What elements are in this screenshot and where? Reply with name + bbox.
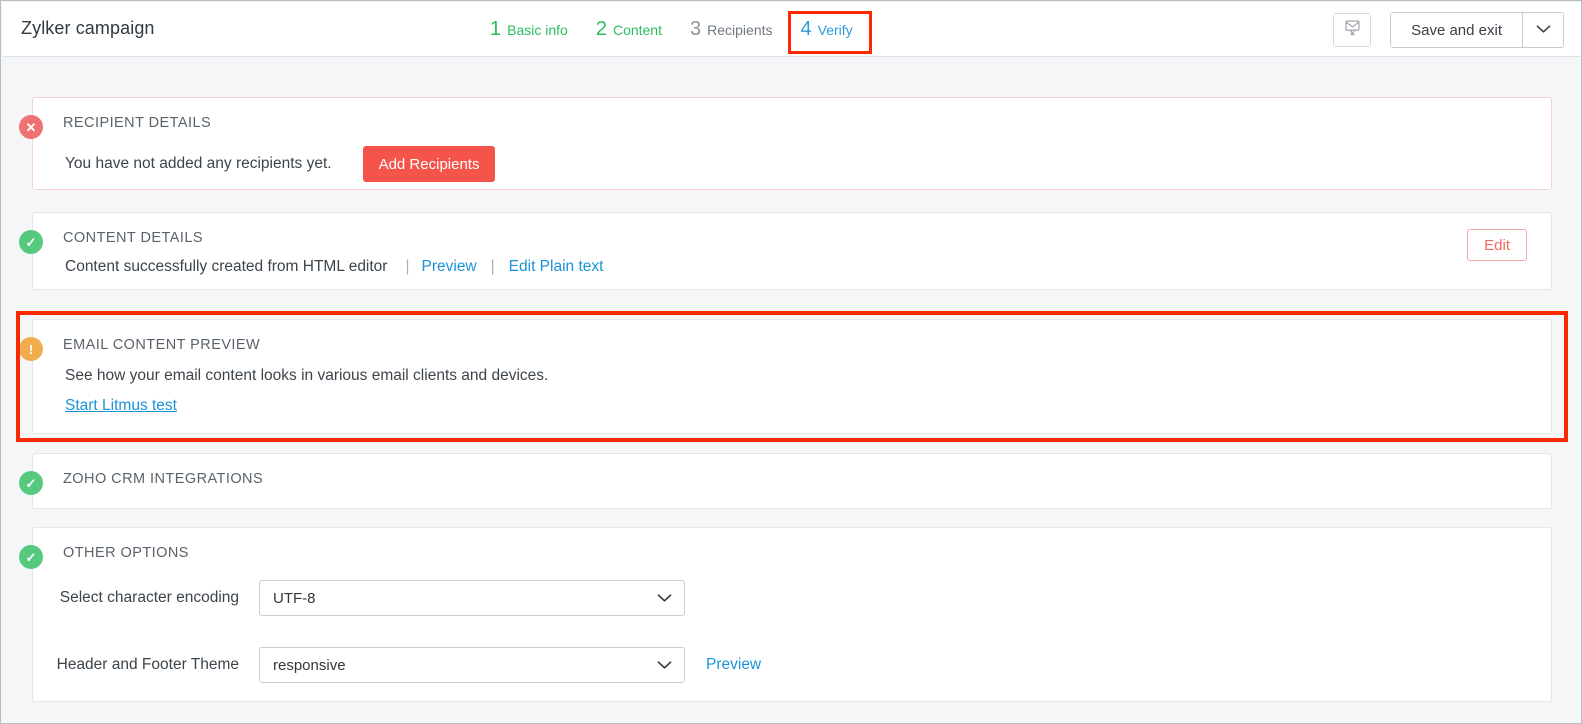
chevron-down-icon [1536,21,1551,39]
content-status-message: Content successfully created from HTML e… [65,258,388,275]
field-character-encoding: Select character encoding UTF-8 [47,580,685,616]
step-label: Content [612,22,662,38]
step-number: 1 [490,18,502,40]
edit-content-button[interactable]: Edit [1467,229,1527,261]
step-content[interactable]: 2 Content [582,2,676,57]
separator: | [405,258,410,275]
x-circle-icon: ✕ [19,115,43,139]
step-number: 3 [690,18,702,40]
save-and-exit-split-button: Save and exit [1390,12,1564,48]
separator: | [490,258,495,275]
theme-preview-link[interactable]: Preview [706,656,761,674]
header-footer-theme-label: Header and Footer Theme [56,656,239,673]
add-recipients-button[interactable]: Add Recipients [362,146,496,182]
exclamation-circle-icon: ! [19,337,43,361]
check-circle-icon: ✓ [19,230,43,254]
step-label: Recipients [707,22,773,38]
step-verify[interactable]: 4 Verify [787,2,867,57]
page-content: ✕ RECIPIENT DETAILS You have not added a… [2,57,1581,723]
page-title: Zylker campaign [21,18,155,38]
envelope-test-icon [1343,18,1362,42]
email-preview-description: See how your email content looks in vari… [65,367,549,384]
step-label: Basic info [507,22,568,38]
step-label: Verify [817,22,853,38]
step-basic-info[interactable]: 1 Basic info [476,2,582,57]
content-preview-link[interactable]: Preview [422,258,477,276]
campaign-verify-page: Zylker campaign 1 Basic info 2 Content 3… [0,0,1582,724]
section-title-content-details: CONTENT DETAILS [63,230,203,246]
section-title-other-options: OTHER OPTIONS [63,545,189,561]
step-number: 4 [800,18,812,40]
check-circle-icon: ✓ [19,545,43,569]
field-header-footer-theme: Header and Footer Theme responsive Previ… [47,647,761,683]
start-litmus-test-link[interactable]: Start Litmus test [65,397,548,415]
chevron-down-icon [657,593,672,603]
section-title-zoho-crm-integrations: ZOHO CRM INTEGRATIONS [63,471,264,487]
step-recipients[interactable]: 3 Recipients [676,2,787,57]
section-title-email-content-preview: EMAIL CONTENT PREVIEW [63,337,261,353]
edit-plain-text-link[interactable]: Edit Plain text [509,258,604,276]
top-bar: Zylker campaign 1 Basic info 2 Content 3… [2,2,1581,57]
check-circle-icon: ✓ [19,471,43,495]
character-encoding-select[interactable]: UTF-8 [259,580,685,616]
card-content-details: ✓ CONTENT DETAILS Content successfully c… [19,212,1552,290]
save-and-exit-dropdown-button[interactable] [1522,12,1564,48]
card-recipient-details: ✕ RECIPIENT DETAILS You have not added a… [19,97,1552,190]
character-encoding-label: Select character encoding [59,589,239,606]
character-encoding-value: UTF-8 [273,589,316,607]
card-email-content-preview: ! EMAIL CONTENT PREVIEW See how your ema… [19,319,1552,434]
send-test-email-button[interactable] [1333,13,1372,47]
section-title-recipient-details: RECIPIENT DETAILS [63,115,212,131]
chevron-down-icon [657,660,672,670]
step-number: 2 [595,18,607,40]
top-bar-actions: Save and exit [1333,12,1564,48]
header-footer-theme-value: responsive [273,656,346,674]
card-zoho-crm-integrations: ✓ ZOHO CRM INTEGRATIONS [19,453,1552,509]
step-nav: 1 Basic info 2 Content 3 Recipients 4 Ve… [476,2,867,57]
save-and-exit-button[interactable]: Save and exit [1390,12,1522,48]
card-other-options: ✓ OTHER OPTIONS Select character encodin… [19,527,1552,702]
recipient-empty-message: You have not added any recipients yet. [65,155,332,172]
header-footer-theme-select[interactable]: responsive [259,647,685,683]
